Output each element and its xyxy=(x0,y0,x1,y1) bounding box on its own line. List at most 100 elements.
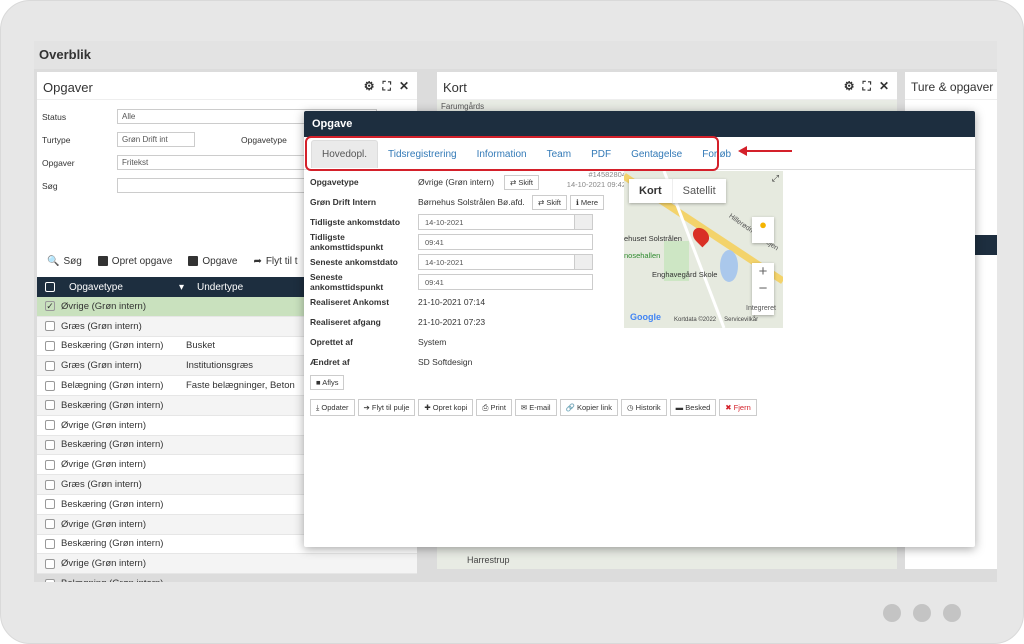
annotation-arrow-icon xyxy=(738,146,792,156)
form-row: Tidligste ankomsttidspunkt 09:41 xyxy=(310,232,620,252)
close-icon[interactable]: ✕ xyxy=(399,79,409,94)
fullscreen-icon[interactable]: ⤢ xyxy=(772,173,779,184)
form-row: Ændret af SD Softdesign xyxy=(310,357,473,367)
google-logo: Google xyxy=(630,312,661,322)
sort-icon[interactable]: ▾ xyxy=(179,282,197,293)
calendar-icon[interactable] xyxy=(574,215,592,229)
update-button[interactable]: ⤓ Opdater xyxy=(310,399,355,416)
column-header[interactable]: Undertype xyxy=(197,282,312,293)
map-place-label: nosehallen xyxy=(624,251,661,260)
row-checkbox[interactable] xyxy=(45,519,55,530)
task-map[interactable]: Kort Satellit ⤢ ehuset Solstrålen noseha… xyxy=(624,171,783,328)
map-place-label: Integreret xyxy=(746,305,776,312)
gear-icon[interactable]: ⚙ xyxy=(844,79,855,94)
status-label: Status xyxy=(42,111,67,122)
latest-arrival-date-input[interactable]: 14-10-2021 xyxy=(418,254,593,270)
search-button[interactable]: 🔍 Søg xyxy=(43,251,86,271)
map-attribution: Kortdata ©2022 Servicevilkår xyxy=(674,317,759,323)
select-all-checkbox[interactable] xyxy=(45,282,55,292)
search-icon: 🔍 xyxy=(47,255,60,267)
turtype-select[interactable]: Grøn Drift int xyxy=(117,132,195,147)
copy-link-button[interactable]: 🔗 Kopier link xyxy=(559,399,619,416)
row-checkbox[interactable] xyxy=(45,400,55,411)
map-type-satellit[interactable]: Satellit xyxy=(671,179,726,203)
device-dots xyxy=(883,604,961,622)
tabs-highlight xyxy=(305,136,719,171)
task-button[interactable]: Opgave xyxy=(184,251,241,271)
row-checkbox[interactable] xyxy=(45,499,55,510)
dialog-actions: ⤓ Opdater ➔ Flyt til pulje ✚ Opret kopi … xyxy=(310,399,757,416)
row-checkbox[interactable] xyxy=(45,420,55,431)
tasks-panel-header: Opgaver ⚙ ⛶ ✕ xyxy=(37,72,417,100)
page-title: Overblik xyxy=(34,41,997,69)
message-button[interactable]: ▬ Besked xyxy=(669,399,717,416)
form-row: ■ Aflys xyxy=(310,372,620,392)
row-checkbox[interactable] xyxy=(45,479,55,490)
latest-arrival-time-input[interactable]: 09:41 xyxy=(418,274,593,290)
calendar-icon[interactable] xyxy=(574,255,592,269)
form-row: Realiseret Ankomst 21-10-2021 07:14 xyxy=(310,297,486,307)
search-label: Søg xyxy=(42,180,58,191)
share-icon: ➦ xyxy=(253,255,262,267)
earliest-arrival-time-input[interactable]: 09:41 xyxy=(418,234,593,250)
create-task-button[interactable]: Opret opgave xyxy=(94,251,177,271)
form-row: Seneste ankomstdato 14-10-2021 xyxy=(310,252,620,272)
row-checkbox[interactable] xyxy=(45,380,55,391)
row-checkbox[interactable] xyxy=(45,360,55,371)
row-checkbox[interactable] xyxy=(45,578,55,582)
form-row: Realiseret afgang 21-10-2021 07:23 xyxy=(310,317,486,327)
map-type-toggle: Kort Satellit xyxy=(629,179,726,203)
row-checkbox[interactable] xyxy=(45,558,55,569)
map-place-label: ehuset Solstrålen xyxy=(624,234,682,243)
zoom-in-button[interactable]: + xyxy=(752,263,774,280)
task-dialog: Opgave Hovedopl. Tidsregistrering Inform… xyxy=(304,111,975,547)
column-header[interactable]: Opgavetype xyxy=(69,282,179,293)
row-checkbox[interactable] xyxy=(45,538,55,549)
opgavetype-label: Opgavetype xyxy=(241,134,287,145)
map-type-kort[interactable]: Kort xyxy=(629,179,672,203)
dialog-title: Opgave xyxy=(304,111,975,137)
create-copy-button[interactable]: ✚ Opret kopi xyxy=(418,399,474,416)
map-place-label: Enghavegård Skole xyxy=(652,270,718,279)
earliest-arrival-date-input[interactable]: 14-10-2021 xyxy=(418,214,593,230)
tours-panel-title: Ture & opgaver xyxy=(905,72,997,100)
expand-icon[interactable]: ⛶ xyxy=(863,79,871,94)
form-row: Oprettet af System xyxy=(310,337,447,347)
table-row[interactable]: Belægning (Grøn intern) xyxy=(37,574,417,582)
print-button[interactable]: ⎙ Print xyxy=(476,399,512,416)
email-button[interactable]: ✉ E-mail xyxy=(514,399,557,416)
move-to-pool-button[interactable]: ➔ Flyt til pulje xyxy=(357,399,416,416)
expand-icon[interactable]: ⛶ xyxy=(383,79,391,94)
swap-button[interactable]: ⇄ Skift xyxy=(504,174,539,190)
map-label: Harrestrup xyxy=(467,555,510,565)
close-icon[interactable]: ✕ xyxy=(879,79,889,94)
task-id: #14582804 14-10-2021 09:42 xyxy=(566,170,626,189)
plus-square-icon xyxy=(97,256,108,266)
row-checkbox[interactable] xyxy=(45,439,55,450)
map-label: Farumgårds xyxy=(441,102,485,111)
table-row[interactable]: Øvrige (Grøn intern) xyxy=(37,554,417,575)
row-checkbox[interactable] xyxy=(45,459,55,470)
map-panel-header: Kort ⚙ ⛶ ✕ xyxy=(437,72,897,100)
turtype-label: Turtype xyxy=(42,134,71,145)
move-to-button[interactable]: ➦ Flyt til t xyxy=(249,251,301,271)
form-row: Opgavetype Øvrige (Grøn intern) ⇄ Skift … xyxy=(310,170,626,190)
swap-button[interactable]: ⇄ Skift xyxy=(532,194,567,210)
cancel-task-button[interactable]: ■ Aflys xyxy=(310,374,345,390)
row-checkbox[interactable]: ✓ xyxy=(45,301,55,312)
pegman-icon[interactable]: ● xyxy=(752,217,774,243)
history-button[interactable]: ◷ Historik xyxy=(621,399,667,416)
form-row: Tidligste ankomstdato 14-10-2021 xyxy=(310,212,620,232)
form-row: Seneste ankomsttidspunkt 09:41 xyxy=(310,272,620,292)
form-row: Grøn Drift Intern Børnehus Solstrålen Bø… xyxy=(310,192,620,212)
gear-icon[interactable]: ⚙ xyxy=(364,79,375,94)
task-form: Opgavetype Øvrige (Grøn intern) ⇄ Skift … xyxy=(310,170,626,392)
more-button[interactable]: ℹ Mere xyxy=(569,194,604,210)
tasks-toolbar: 🔍 Søg Opret opgave Opgave ➦ Flyt til t xyxy=(37,247,308,275)
tasks-panel-title: Opgaver xyxy=(43,80,93,95)
file-icon xyxy=(188,256,199,266)
row-checkbox[interactable] xyxy=(45,321,55,332)
remove-button[interactable]: ✖ Fjern xyxy=(719,399,757,416)
zoom-out-button[interactable]: − xyxy=(752,280,774,297)
row-checkbox[interactable] xyxy=(45,340,55,351)
